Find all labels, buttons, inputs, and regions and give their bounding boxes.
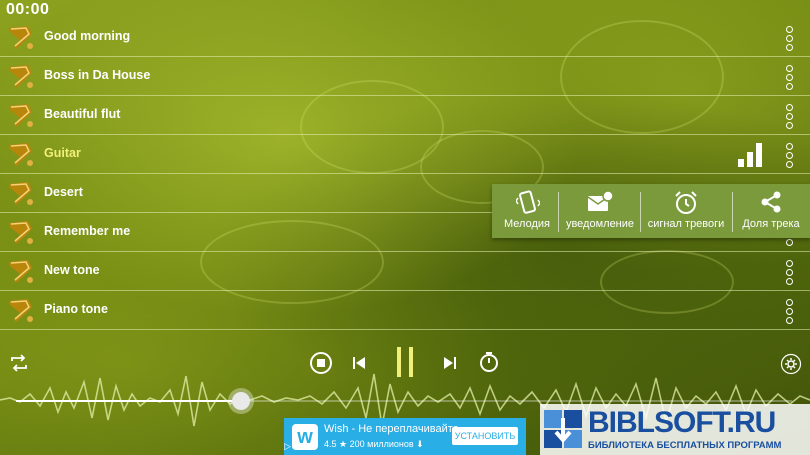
menu-divider — [732, 192, 733, 232]
track-name: Beautiful flut — [44, 107, 121, 121]
ad-rating: 4.5 ★ 200 миллионов ⬇ — [324, 439, 424, 450]
more-options-icon[interactable] — [786, 26, 794, 53]
track-name: Desert — [44, 185, 83, 199]
set-alarm-button[interactable]: сигнал тревоги — [642, 184, 730, 238]
set-notification-button[interactable]: уведомление — [560, 184, 640, 238]
pause-icon[interactable] — [395, 346, 415, 378]
alarm-clock-icon — [675, 191, 697, 214]
track-list[interactable]: Good morning Boss in Da House Beautiful … — [0, 18, 810, 330]
watermark-subtitle: БИБЛИОТЕКА БЕСПЛАТНЫХ ПРОГРАММ — [588, 440, 782, 451]
set-ringtone-button[interactable]: Мелодия — [496, 184, 558, 238]
repeat-icon[interactable] — [10, 354, 28, 372]
timer-icon[interactable] — [478, 351, 500, 373]
track-row[interactable]: New tone — [0, 252, 810, 291]
stop-icon[interactable] — [309, 351, 333, 375]
share-track-button[interactable]: Доля трека — [734, 184, 808, 238]
track-name: New tone — [44, 263, 100, 277]
bell-icon — [9, 299, 33, 322]
more-options-icon[interactable] — [786, 260, 794, 287]
bell-icon — [9, 65, 33, 88]
more-options-icon[interactable] — [786, 65, 794, 92]
next-icon[interactable] — [443, 356, 457, 370]
previous-icon[interactable] — [352, 356, 366, 370]
playing-bars-icon — [738, 143, 766, 167]
track-name: Remember me — [44, 224, 131, 238]
track-row-active[interactable]: Guitar — [0, 135, 810, 174]
ad-rating-value: 4.5 ★ — [324, 439, 348, 449]
phone-vibrate-icon — [516, 190, 540, 214]
bell-icon — [9, 182, 33, 205]
seek-bar-remaining[interactable] — [241, 400, 792, 402]
track-name: Boss in Da House — [44, 68, 151, 82]
settings-icon[interactable] — [780, 353, 802, 375]
status-bar: 00:00 — [0, 0, 810, 20]
track-name: Guitar — [44, 146, 81, 160]
track-row[interactable]: Beautiful flut — [0, 96, 810, 135]
seek-bar-progress[interactable] — [16, 400, 242, 402]
watermark-logo-icon — [544, 410, 582, 448]
watermark-title: BIBLSOFT.RU — [588, 406, 776, 439]
ad-install-button[interactable]: УСТАНОВИТЬ — [452, 427, 518, 445]
track-row[interactable]: Good morning — [0, 18, 810, 57]
notification-envelope-icon — [587, 190, 614, 211]
menu-divider — [558, 192, 559, 232]
menu-divider — [640, 192, 641, 232]
ad-info-icon[interactable]: ▷✕ — [284, 441, 298, 452]
more-options-icon[interactable] — [786, 299, 794, 326]
track-name: Piano tone — [44, 302, 108, 316]
more-options-icon[interactable] — [786, 104, 794, 131]
bell-icon — [9, 26, 33, 49]
ad-title: Wish - Не переплачивайте — [324, 423, 459, 435]
track-row[interactable]: Boss in Da House — [0, 57, 810, 96]
bell-icon — [9, 221, 33, 244]
track-name: Good morning — [44, 29, 131, 43]
menu-label: сигнал тревоги — [647, 218, 725, 230]
bell-icon — [9, 104, 33, 127]
more-options-icon[interactable] — [786, 143, 794, 170]
menu-label: Доля трека — [742, 218, 800, 230]
menu-label: Мелодия — [504, 218, 550, 230]
download-icon: ⬇ — [416, 439, 424, 449]
bell-icon — [9, 260, 33, 283]
track-context-menu: Мелодия уведомление сигнал тревоги Доля … — [492, 184, 810, 238]
status-time: 00:00 — [6, 1, 50, 18]
track-row[interactable]: Piano tone — [0, 291, 810, 330]
site-watermark: BIBLSOFT.RU БИБЛИОТЕКА БЕСПЛАТНЫХ ПРОГРА… — [540, 404, 810, 455]
menu-label: уведомление — [565, 218, 635, 230]
ad-banner[interactable]: w ▷✕ Wish - Не переплачивайте 4.5 ★ 200 … — [284, 418, 526, 455]
share-icon — [761, 191, 781, 213]
bell-icon — [9, 143, 33, 166]
ad-installs: 200 миллионов — [349, 439, 414, 449]
seek-bar-thumb[interactable] — [232, 392, 251, 410]
